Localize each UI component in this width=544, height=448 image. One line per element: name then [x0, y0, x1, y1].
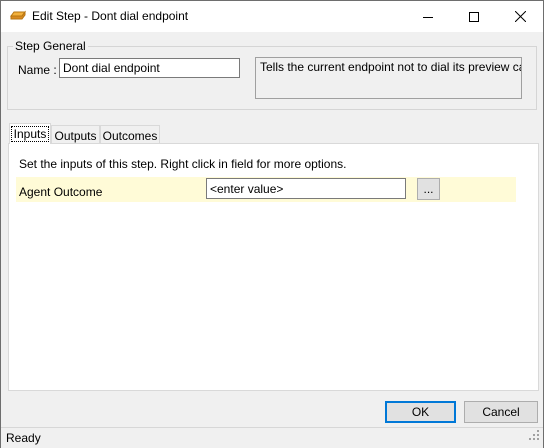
minimize-icon [423, 16, 433, 18]
edit-step-dialog: Edit Step - Dont dial endpoint Step Gene… [0, 0, 544, 448]
minimize-button[interactable] [405, 1, 451, 32]
tab-outcomes[interactable]: Outcomes [100, 125, 160, 144]
name-label: Name : [18, 63, 57, 77]
close-icon [514, 11, 526, 22]
close-button[interactable] [497, 1, 543, 32]
tab-inputs[interactable]: Inputs [9, 123, 51, 144]
status-text: Ready [6, 431, 41, 445]
inputs-hint: Set the inputs of this step. Right click… [19, 157, 347, 171]
step-icon [10, 10, 26, 22]
step-general-label: Step General [13, 39, 88, 53]
name-field[interactable] [59, 58, 240, 78]
cancel-button[interactable]: Cancel [464, 401, 538, 423]
resize-grip-icon[interactable] [528, 429, 540, 444]
tab-inputs-label: Inputs [10, 126, 50, 142]
tab-outputs[interactable]: Outputs [51, 125, 100, 144]
param-label: Agent Outcome [19, 185, 103, 199]
status-bar [1, 427, 543, 448]
browse-button[interactable]: ... [417, 178, 440, 200]
agent-outcome-input[interactable] [206, 178, 406, 199]
maximize-icon [469, 11, 479, 22]
ok-button[interactable]: OK [385, 401, 456, 423]
maximize-button[interactable] [451, 1, 497, 32]
description-box: Tells the current endpoint not to dial i… [255, 57, 522, 99]
title-bar[interactable]: Edit Step - Dont dial endpoint [1, 1, 543, 32]
window-title: Edit Step - Dont dial endpoint [32, 9, 189, 23]
